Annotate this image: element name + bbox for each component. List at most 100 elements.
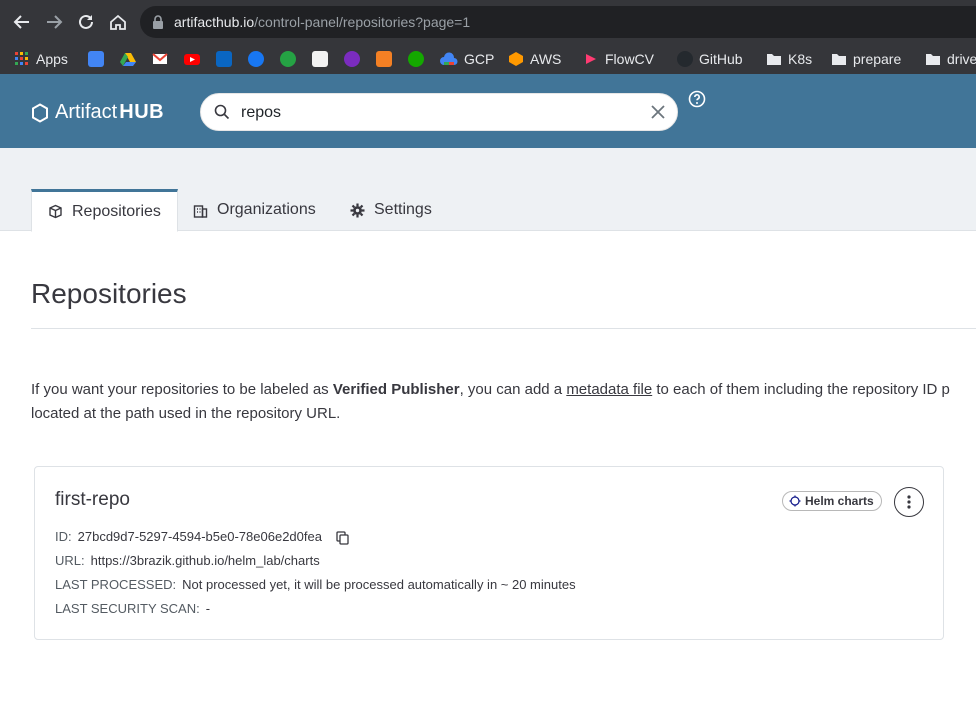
bookmark-stackoverflow[interactable] [376, 48, 392, 70]
folder-icon [767, 54, 781, 65]
apps-grid-icon [15, 52, 28, 65]
youtube-icon [184, 54, 200, 65]
stackoverflow-icon [376, 51, 392, 67]
search-input[interactable] [241, 102, 641, 124]
bookmark-label: drive [947, 51, 976, 67]
last-security-scan-label: LAST SECURITY SCAN: [55, 601, 200, 616]
info-text: to each of them including the repository… [652, 381, 950, 398]
bookmark-gcp[interactable]: GCP [440, 48, 494, 70]
url-label: URL: [55, 553, 85, 568]
bookmark-label: prepare [853, 51, 902, 67]
title-divider [31, 328, 976, 329]
bookmark-label: GCP [464, 51, 495, 67]
repository-id-row: ID: 27bcd9d7-5297-4594-b5e0-78e06e2d0fea [55, 529, 349, 545]
folder-icon [832, 54, 846, 65]
info-text: , you can add a [459, 381, 567, 398]
home-icon [110, 14, 126, 30]
address-bar[interactable]: artifacthub.io/control-panel/repositorie… [140, 6, 976, 38]
search-box [200, 93, 678, 131]
page-title: Repositories [31, 278, 187, 309]
repository-name: first-repo [55, 489, 130, 510]
tab-label: Repositories [72, 202, 161, 220]
last-processed-row: LAST PROCESSED: Not processed yet, it wil… [55, 577, 576, 592]
copy-icon[interactable] [335, 530, 349, 545]
bookmark-facebook[interactable] [248, 48, 264, 70]
back-button[interactable] [10, 10, 34, 34]
bookmark-k8s[interactable]: K8s [766, 48, 812, 70]
reload-button[interactable] [74, 10, 98, 34]
bookmark-youtube[interactable] [184, 48, 200, 70]
last-processed-value: Not processed yet, it will be processed … [182, 577, 576, 592]
google-translate-icon [88, 51, 104, 67]
flowcv-icon [586, 54, 596, 64]
notion-icon [312, 51, 328, 67]
search-icon [214, 104, 230, 120]
bookmark-purple[interactable] [344, 48, 360, 70]
info-bold: Verified Publisher [332, 381, 460, 398]
repository-card: first-repo Helm charts ID: 27bcd9d7-5297-… [34, 466, 944, 640]
more-vertical-icon [907, 495, 911, 509]
gmail-icon [152, 53, 168, 64]
helm-icon [789, 495, 801, 507]
url-host: artifacthub.io [174, 14, 255, 30]
badge-2-icon [280, 51, 296, 67]
gear-icon [350, 203, 365, 217]
bookmark-flowcv[interactable]: FlowCV [583, 48, 654, 70]
arrow-left-icon [13, 15, 29, 29]
forward-button[interactable] [42, 10, 66, 34]
artifacthub-logo[interactable]: Artifact HUB [31, 101, 164, 124]
bookmark-prepare[interactable]: prepare [831, 48, 901, 70]
folder-icon [926, 54, 940, 65]
id-label: ID: [55, 529, 72, 544]
bookmark-badge[interactable] [280, 48, 296, 70]
building-icon [193, 204, 208, 218]
bookmark-label: GitHub [699, 51, 743, 67]
logo-text-bold: HUB [119, 101, 165, 123]
bookmark-gmail[interactable] [152, 48, 168, 70]
last-security-scan-row: LAST SECURITY SCAN: - [55, 601, 210, 616]
bookmark-notion[interactable] [312, 48, 328, 70]
bookmark-label: FlowCV [605, 51, 655, 67]
help-icon[interactable] [688, 90, 706, 108]
repository-kind-badge: Helm charts [782, 491, 882, 511]
badge-label: Helm charts [805, 494, 874, 508]
bookmark-drive-folder[interactable]: drive [925, 48, 976, 70]
bookmark-label: K8s [788, 51, 813, 67]
id-value: 27bcd9d7-5297-4594-b5e0-78e06e2d0fea [77, 529, 322, 544]
tab-label: Settings [374, 201, 432, 218]
close-icon[interactable] [649, 103, 667, 121]
bookmark-apps[interactable]: Apps [14, 48, 68, 70]
verified-publisher-info: If you want your repositories to be labe… [31, 378, 976, 426]
arrow-right-icon [47, 15, 63, 29]
upwork-icon [408, 51, 424, 67]
tab-organizations[interactable]: Organizations [177, 189, 332, 231]
bookmark-label: AWS [530, 51, 562, 67]
bookmark-github[interactable]: GitHub [677, 48, 743, 70]
google-drive-icon [120, 53, 136, 66]
last-processed-label: LAST PROCESSED: [55, 577, 177, 592]
github-icon [677, 51, 693, 67]
purple-u-icon [344, 51, 360, 67]
tab-settings[interactable]: Settings [334, 189, 448, 231]
metadata-file-link[interactable]: metadata file [566, 381, 652, 398]
control-panel-tabs: Repositories Organizations Settings [0, 148, 976, 232]
last-security-scan-value: - [205, 601, 211, 616]
bookmark-linkedin[interactable] [216, 48, 232, 70]
tab-repositories[interactable]: Repositories [31, 189, 178, 232]
bookmark-translate[interactable] [88, 48, 104, 70]
bookmark-upwork[interactable] [408, 48, 424, 70]
facebook-icon [248, 51, 264, 67]
browser-toolbar: artifacthub.io/control-panel/repositorie… [0, 0, 976, 44]
url-text: artifacthub.io/control-panel/repositorie… [174, 14, 470, 30]
aws-icon [509, 52, 523, 66]
home-button[interactable] [106, 10, 130, 34]
linkedin-icon [216, 51, 232, 67]
repository-actions-button[interactable] [894, 487, 924, 517]
bookmark-aws[interactable]: AWS [508, 48, 561, 70]
reload-icon [79, 14, 93, 29]
bookmark-drive[interactable] [120, 48, 136, 70]
url-path: /control-panel/repositories?page=1 [254, 14, 471, 30]
repository-url-row: URL: https://3brazik.github.io/helm_lab/c… [55, 553, 320, 568]
logo-text-light: Artifact [55, 101, 118, 123]
lock-icon [153, 15, 163, 29]
